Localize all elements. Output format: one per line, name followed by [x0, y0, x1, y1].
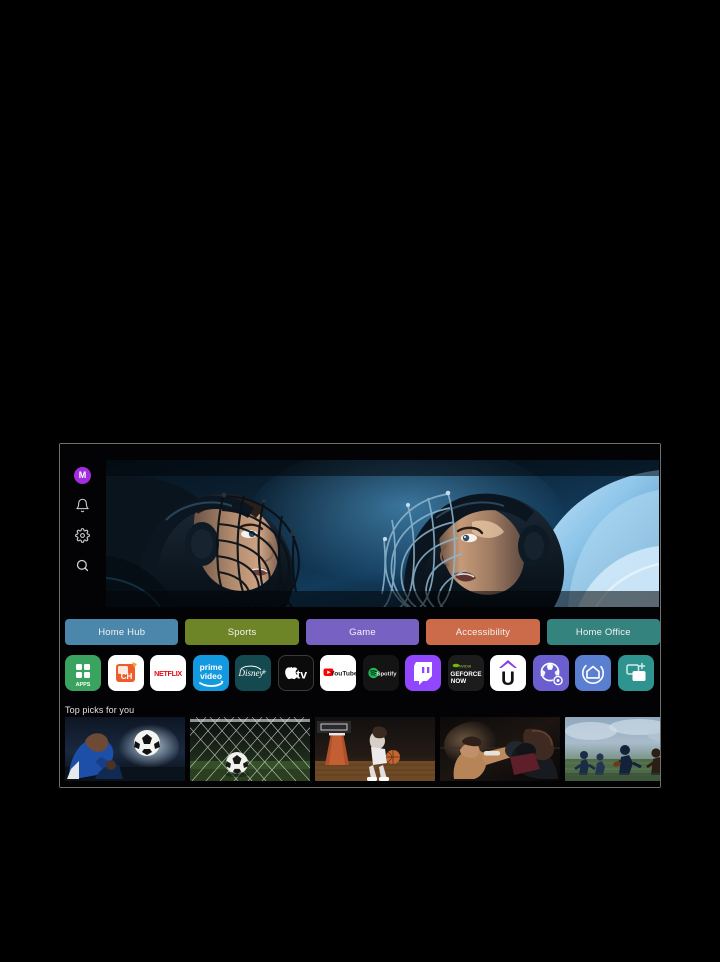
pick-soccer-goal[interactable]: [190, 717, 310, 781]
pick-image: [440, 717, 560, 781]
svg-text:NETFLIX: NETFLIX: [154, 669, 182, 678]
hero-image: [106, 460, 659, 607]
bell-icon[interactable]: [74, 497, 91, 514]
svg-text:video: video: [200, 671, 222, 681]
twitch-icon[interactable]: [405, 655, 441, 691]
apple-tv-glyph: tv: [284, 666, 307, 682]
svg-text:Disney: Disney: [238, 668, 264, 678]
pick-basketball[interactable]: [315, 717, 435, 781]
geforce-now-icon[interactable]: NVIDIA GEFORCE NOW: [447, 655, 484, 691]
prime-video-icon[interactable]: prime video: [192, 655, 229, 691]
category-game[interactable]: Game: [305, 619, 420, 645]
category-bar: Home Hub Sports Game Accessibility Home …: [64, 619, 660, 645]
disney-plus-icon[interactable]: Disney +: [235, 655, 271, 691]
apps-row: APPS CH NETFLIX prime video Disney + tv …: [64, 655, 660, 695]
youtube-icon[interactable]: YouTube: [320, 655, 356, 691]
pick-image: [565, 717, 660, 781]
apple-tv-icon[interactable]: tv: [277, 655, 314, 691]
smartthings-icon[interactable]: [575, 655, 611, 691]
geforce-now-glyph: NVIDIA GEFORCE NOW: [450, 663, 481, 685]
category-label: Game: [349, 626, 376, 638]
pick-image: [315, 717, 435, 781]
profile-avatar[interactable]: M: [74, 467, 91, 484]
pick-image: [190, 717, 310, 781]
svg-text:CH: CH: [120, 672, 132, 681]
tv-frame: M Home Hub Sports Game Accessibility Hom…: [59, 443, 661, 788]
svg-text:GEFORCE: GEFORCE: [450, 671, 481, 678]
netflix-icon[interactable]: NETFLIX: [150, 655, 186, 691]
univer-video-icon[interactable]: U: [490, 655, 526, 691]
samsung-tv-plus-icon[interactable]: CH: [107, 655, 144, 691]
svg-text:tv: tv: [296, 668, 307, 682]
search-icon[interactable]: [74, 557, 91, 574]
category-label: Accessibility: [455, 626, 511, 638]
twitch-glyph: [414, 662, 432, 685]
sidebar: M: [60, 444, 105, 787]
smartthings-glyph: [582, 662, 604, 684]
multi-view-icon[interactable]: [617, 655, 654, 691]
univer-video-glyph: U: [499, 660, 517, 690]
svg-text:NOW: NOW: [450, 678, 465, 685]
svg-text:Spotify: Spotify: [376, 671, 397, 677]
tv-screen: M Home Hub Sports Game Accessibility Hom…: [60, 444, 660, 787]
category-label: Home Office: [575, 626, 631, 638]
category-label: Sports: [227, 626, 257, 638]
svg-text:NVIDIA: NVIDIA: [458, 664, 471, 668]
gaming-hub-glyph: [540, 662, 563, 686]
svg-text:+: +: [261, 667, 266, 677]
spotify-glyph: Spotify: [367, 667, 397, 679]
category-home-office[interactable]: Home Office: [546, 619, 660, 645]
category-sports[interactable]: Sports: [185, 619, 299, 645]
svg-text:U: U: [501, 669, 515, 690]
profile-initial: M: [78, 470, 87, 480]
disney-plus-glyph: Disney +: [238, 665, 267, 678]
prime-video-glyph: prime video: [198, 662, 224, 687]
svg-text:YouTube: YouTube: [330, 670, 356, 677]
hero-banner[interactable]: [106, 460, 659, 607]
netflix-glyph: NETFLIX: [154, 669, 183, 678]
samsung-tv-plus-glyph: CH: [115, 662, 137, 682]
spotify-icon[interactable]: Spotify: [362, 655, 399, 691]
youtube-glyph: YouTube: [323, 668, 356, 677]
gaming-hub-icon[interactable]: [532, 655, 569, 691]
multi-view-glyph: [625, 662, 645, 681]
pick-american-football[interactable]: [565, 717, 660, 781]
category-label: Home Hub: [98, 626, 146, 638]
top-picks-row: [64, 717, 660, 781]
category-accessibility[interactable]: Accessibility: [426, 619, 540, 645]
gear-icon[interactable]: [74, 527, 91, 544]
pick-boxing[interactable]: [440, 717, 560, 781]
